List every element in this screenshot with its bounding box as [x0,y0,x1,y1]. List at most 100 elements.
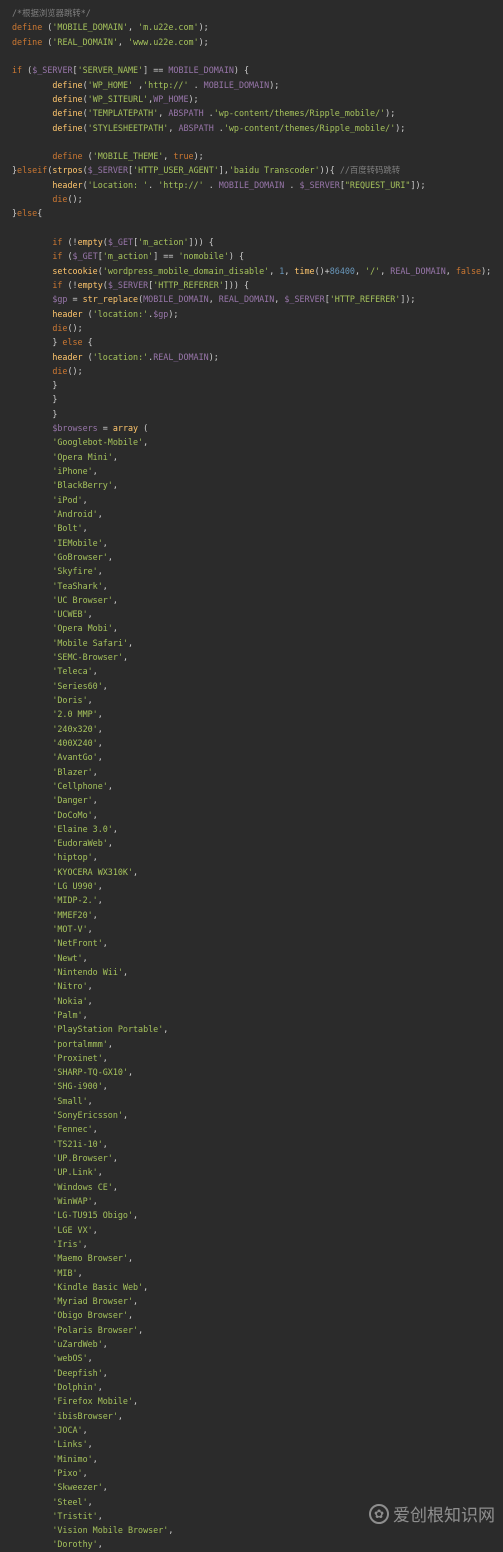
code-token: 'iPod' [52,494,83,505]
code-token: , [143,1281,149,1292]
code-line: 'Doris', [0,693,503,707]
code-line: define('WP_SITEURL',WP_HOME); [0,92,503,106]
code-token: ); [198,36,209,47]
code-token: 'Small' [52,1095,88,1106]
code-token: , [102,1339,108,1350]
code-token: MOBILE_DOMAIN [203,79,270,90]
code-token: , [92,809,98,820]
code-token: 'Opera Mini' [52,451,113,462]
code-token: 'm_action' [138,237,189,247]
code-token: elseif [17,165,48,176]
code-token: false [455,265,482,276]
code-token: , [112,594,118,605]
code-token: define [52,151,83,162]
code-line: 'GoBrowser', [0,550,503,564]
code-line: 'Proxinet', [0,1051,503,1065]
code-token: header [52,351,83,362]
code-token: } [12,408,58,419]
code-line: 'Palm', [0,1008,503,1022]
code-token: 'nomobile' [178,251,229,262]
code-line: 'Dorothy', [0,1537,503,1551]
code-token: , [107,838,113,849]
code-editor[interactable]: /*根据浏览器跳转*/define ('MOBILE_DOMAIN', 'm.u… [0,0,503,1549]
code-token: 'Dolphin' [52,1382,98,1392]
code-token: 'wp-content/themes/Ripple_mobile/' [213,108,386,119]
code-token: "REQUEST_URI" [344,179,411,190]
code-token: . [284,179,300,190]
code-token: 'Iris' [52,1238,83,1249]
code-token: , [87,1353,93,1364]
code-line: 'Firefox Mobile', [0,1394,503,1408]
code-token: ] == [153,251,179,262]
code-line: }else{ [0,206,503,220]
code-line: define('WP_HOME' ,'http://' . MOBILE_DOM… [0,78,503,92]
code-token: if [52,251,63,262]
code-token: 'baidu Transcoder' [228,165,320,176]
code-token: , [127,1253,134,1264]
code-token: , [92,909,98,920]
code-token: ); [168,308,179,319]
code-line: 'Skweezer', [0,1480,503,1494]
code-line: 'MMEF20', [0,908,503,922]
code-token: 'wordpress_mobile_domain_disable' [102,265,270,276]
code-token: ]); [410,179,426,190]
code-line: 'Cellphone', [0,779,503,793]
code-line: 'BlackBerry', [0,478,503,492]
code-token: , [269,265,280,276]
code-token: , [284,265,295,276]
code-line: /*根据浏览器跳转*/ [0,6,503,20]
code-token: , [97,881,103,892]
code-token: if [12,65,23,76]
code-line: 'portalmmm', [0,1037,503,1051]
code-token: 'Teleca' [52,666,93,677]
code-token: , [138,1324,144,1335]
code-token: 'HTTP_REFERER' [153,279,224,290]
code-token: , [97,709,103,720]
code-token: 'Newt' [52,952,83,963]
code-token: , [87,995,93,1006]
code-token: 'MOBILE_THEME' [92,151,164,162]
code-token: , [208,294,219,305]
code-token: 'hiptop' [52,852,93,863]
code-token: { [82,337,93,348]
code-token: 'SonyEricsson' [52,1110,123,1121]
code-token: 'Fennec' [52,1124,93,1135]
code-line: 'UCWEB', [0,607,503,621]
code-token: 'HTTP_REFERER' [329,294,401,305]
code-token: 'TEMPLATEPATH' [87,108,159,119]
code-token: )){ [319,165,340,176]
code-token: (); [67,194,83,205]
code-line: if ($_GET['m_action'] == 'nomobile') { [0,249,503,263]
code-line: 'Danger', [0,793,503,807]
code-line: 'Minimo', [0,1452,503,1466]
code-line: define ('REAL_DOMAIN', 'www.u22e.com'); [0,35,503,49]
code-token: , [97,1167,103,1178]
code-line: 'iPod', [0,493,503,507]
code-token: } [12,337,63,348]
code-token: (! [62,279,78,290]
code-token: , [354,265,366,276]
code-line: 'LG U990', [0,879,503,893]
code-token: REAL_DOMAIN [390,265,446,276]
